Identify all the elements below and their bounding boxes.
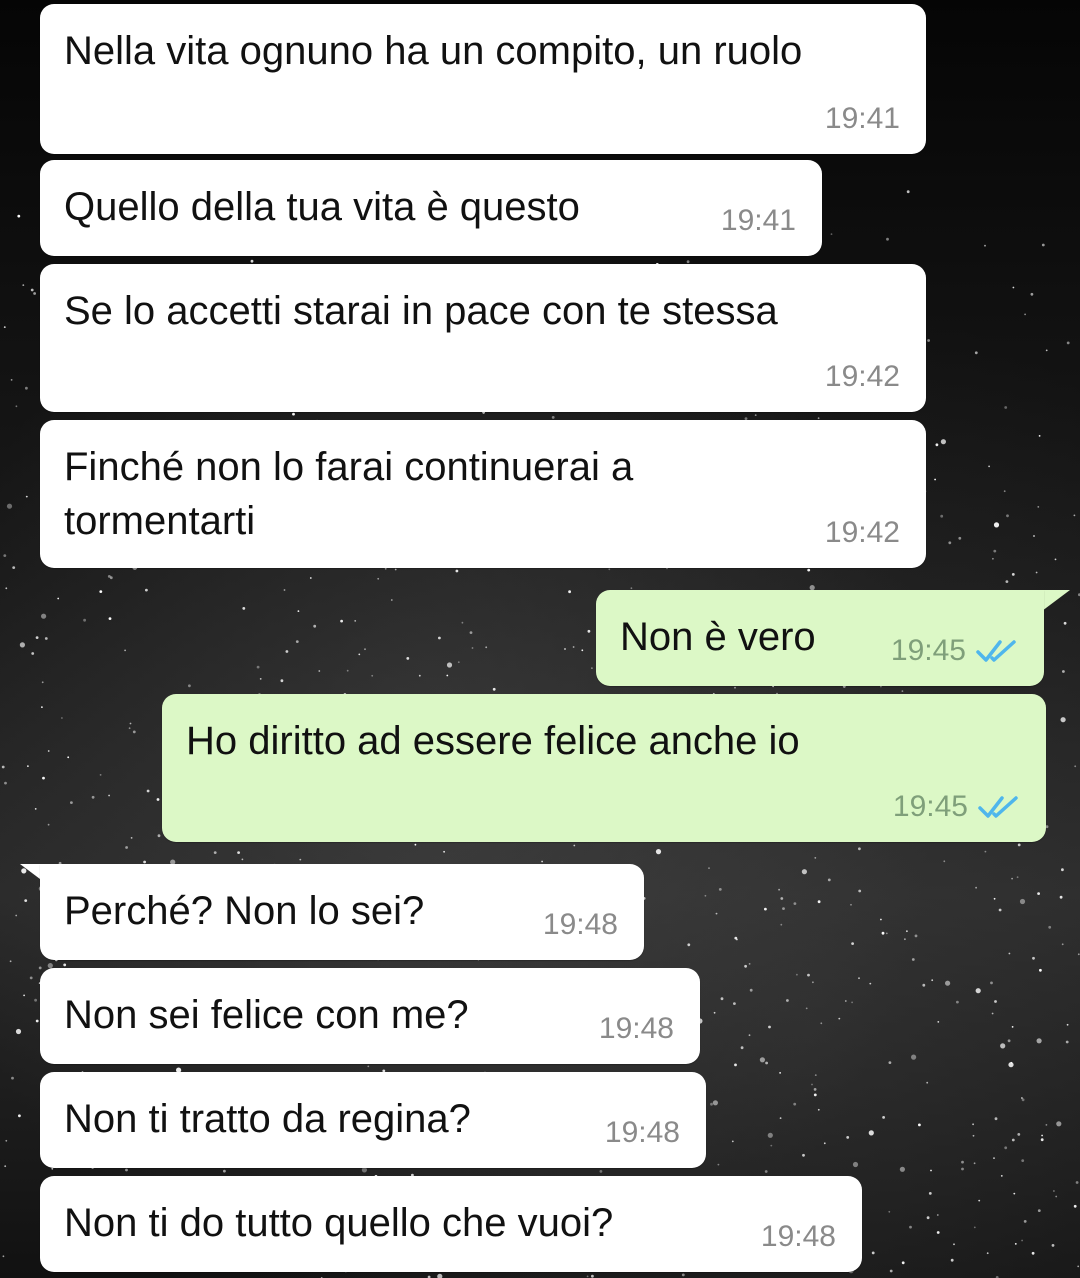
message-time: 19:48 <box>542 908 618 941</box>
message-bubble-incoming[interactable]: Se lo accetti starai in pace con te stes… <box>40 264 926 412</box>
message-time: 19:42 <box>824 360 900 393</box>
message-bubble-outgoing[interactable]: Ho diritto ad essere felice anche io 19:… <box>162 694 1046 842</box>
message-meta: 19:48 <box>761 1220 836 1254</box>
message-meta: 19:48 <box>543 908 618 942</box>
message-text: Non sei felice con me? <box>64 993 469 1037</box>
message-bubble-incoming[interactable]: Non ti do tutto quello che vuoi? 19:48 <box>40 1176 862 1272</box>
message-time: 19:41 <box>824 102 900 135</box>
message-meta: 19:48 <box>599 1012 674 1046</box>
message-time: 19:48 <box>760 1220 836 1253</box>
message-meta: 19:45 <box>891 634 1018 668</box>
message-time: 19:48 <box>604 1116 680 1149</box>
message-time: 19:42 <box>824 516 900 549</box>
message-text: Nella vita ognuno ha un compito, un ruol… <box>64 29 803 73</box>
message-bubble-incoming[interactable]: Finché non lo farai continuerai a tormen… <box>40 420 926 568</box>
chat-thread[interactable]: Nella vita ognuno ha un compito, un ruol… <box>0 0 1080 1278</box>
message-text: Quello della tua vita è questo <box>64 185 580 229</box>
message-meta: 19:42 <box>825 516 900 550</box>
message-meta: 19:48 <box>605 1116 680 1150</box>
message-text: Non ti do tutto quello che vuoi? <box>64 1201 614 1245</box>
message-meta: 19:41 <box>825 102 900 136</box>
message-text: Se lo accetti starai in pace con te stes… <box>64 289 778 333</box>
message-time: 19:45 <box>890 634 966 667</box>
message-time: 19:45 <box>892 790 968 823</box>
double-check-icon <box>978 794 1020 820</box>
message-text: Ho diritto ad essere felice anche io <box>186 719 800 763</box>
message-meta: 19:42 <box>825 360 900 394</box>
message-bubble-incoming[interactable]: Nella vita ognuno ha un compito, un ruol… <box>40 4 926 154</box>
message-meta: 19:41 <box>721 204 796 238</box>
message-bubble-incoming[interactable]: Non ti tratto da regina? 19:48 <box>40 1072 706 1168</box>
message-bubble-incoming[interactable]: Quello della tua vita è questo 19:41 <box>40 160 822 256</box>
message-bubble-outgoing[interactable]: Non è vero 19:45 <box>596 590 1044 686</box>
message-text: Perché? Non lo sei? <box>64 889 425 933</box>
message-bubble-incoming[interactable]: Perché? Non lo sei? 19:48 <box>40 864 644 960</box>
message-text: Non ti tratto da regina? <box>64 1097 471 1141</box>
message-text: Finché non lo farai continuerai a tormen… <box>64 445 634 543</box>
message-time: 19:48 <box>598 1012 674 1045</box>
double-check-icon <box>976 638 1018 664</box>
message-meta: 19:45 <box>893 790 1020 824</box>
message-bubble-incoming[interactable]: Non sei felice con me? 19:48 <box>40 968 700 1064</box>
message-time: 19:41 <box>720 204 796 237</box>
